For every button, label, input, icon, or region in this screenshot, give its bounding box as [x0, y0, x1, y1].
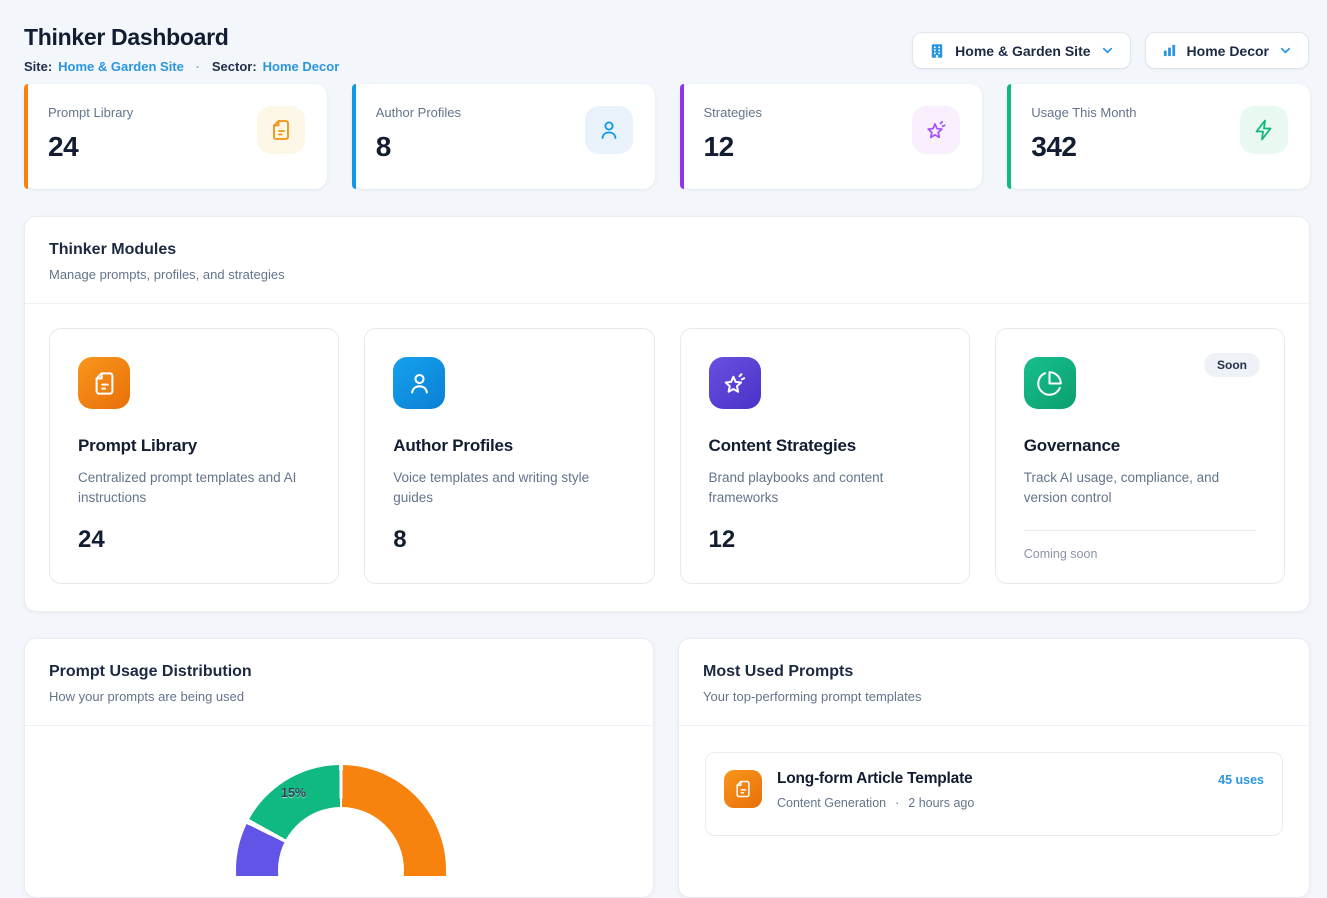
- prompt-item-category: Content Generation: [777, 796, 886, 810]
- stat-card-prompt-library: Prompt Library 24: [24, 84, 327, 189]
- module-card-content-strategies[interactable]: Content Strategies Brand playbooks and c…: [680, 328, 970, 584]
- prompts-panel-subtitle: Your top-performing prompt templates: [703, 689, 1285, 704]
- sector-selector-dropdown[interactable]: Home Decor: [1145, 32, 1309, 69]
- user-icon: [585, 106, 633, 154]
- module-description: Brand playbooks and content frameworks: [709, 468, 939, 509]
- usage-panel-subtitle: How your prompts are being used: [49, 689, 629, 704]
- prompt-list: Long-form Article Template Content Gener…: [679, 726, 1309, 862]
- site-label: Site:: [24, 59, 52, 74]
- sparkle-star-icon: [709, 357, 761, 409]
- prompt-item-uses-badge: 45 uses: [1218, 770, 1264, 787]
- chevron-down-icon: [1100, 43, 1115, 58]
- bolt-icon: [1240, 106, 1288, 154]
- module-card-author-profiles[interactable]: Author Profiles Voice templates and writ…: [364, 328, 654, 584]
- divider: [1024, 530, 1256, 531]
- prompts-panel-title: Most Used Prompts: [703, 663, 1285, 681]
- separator-dot: ·: [196, 60, 200, 74]
- modules-panel-subtitle: Manage prompts, profiles, and strategies: [49, 267, 1285, 282]
- separator-dot: ·: [895, 796, 899, 810]
- document-icon: [724, 770, 762, 808]
- page-title: Thinker Dashboard: [24, 24, 339, 51]
- donut-slice-label: 15%: [281, 786, 306, 800]
- module-title: Governance: [1024, 436, 1256, 456]
- prompt-item-meta: Content Generation · 2 hours ago: [777, 796, 974, 810]
- prompts-panel-header: Most Used Prompts Your top-performing pr…: [679, 639, 1309, 726]
- module-title: Author Profiles: [393, 436, 625, 456]
- sector-selector-label: Home Decor: [1187, 43, 1269, 59]
- stat-card-usage: Usage This Month 342: [1007, 84, 1310, 189]
- donut-chart[interactable]: [236, 765, 446, 876]
- module-title: Prompt Library: [78, 436, 310, 456]
- sparkle-star-icon: [912, 106, 960, 154]
- soon-badge: Soon: [1204, 353, 1260, 377]
- module-card-prompt-library[interactable]: Prompt Library Centralized prompt templa…: [49, 328, 339, 584]
- prompt-list-item[interactable]: Long-form Article Template Content Gener…: [705, 752, 1283, 836]
- chevron-down-icon: [1278, 43, 1293, 58]
- module-title: Content Strategies: [709, 436, 941, 456]
- module-count: 24: [78, 526, 310, 554]
- stat-card-strategies: Strategies 12: [680, 84, 983, 189]
- coming-soon-text: Coming soon: [1024, 547, 1256, 561]
- pie-chart-icon: [1024, 357, 1076, 409]
- stat-card-author-profiles: Author Profiles 8: [352, 84, 655, 189]
- site-link[interactable]: Home & Garden Site: [58, 59, 184, 74]
- usage-panel-header: Prompt Usage Distribution How your promp…: [25, 639, 653, 726]
- prompt-item-body: Long-form Article Template Content Gener…: [777, 770, 974, 810]
- module-description: Voice templates and writing style guides: [393, 468, 623, 509]
- module-description: Track AI usage, compliance, and version …: [1024, 468, 1254, 509]
- module-count: 8: [393, 526, 625, 554]
- modules-panel-title: Thinker Modules: [49, 241, 1285, 259]
- sector-link[interactable]: Home Decor: [263, 59, 340, 74]
- bar-chart-icon: [1161, 42, 1178, 59]
- modules-grid: Prompt Library Centralized prompt templa…: [25, 304, 1309, 608]
- user-icon: [393, 357, 445, 409]
- breadcrumb: Site: Home & Garden Site · Sector: Home …: [24, 59, 339, 74]
- header-controls: Home & Garden Site Home Decor: [912, 32, 1309, 69]
- usage-panel-title: Prompt Usage Distribution: [49, 663, 629, 681]
- sector-label: Sector:: [212, 59, 257, 74]
- page-header: Thinker Dashboard Site: Home & Garden Si…: [24, 24, 339, 74]
- stats-row: Prompt Library 24 Author Profiles 8 Stra…: [24, 84, 1310, 189]
- site-selector-dropdown[interactable]: Home & Garden Site: [912, 32, 1130, 69]
- module-count: 12: [709, 526, 941, 554]
- module-description: Centralized prompt templates and AI inst…: [78, 468, 308, 509]
- document-icon: [78, 357, 130, 409]
- usage-distribution-panel: Prompt Usage Distribution How your promp…: [24, 638, 654, 898]
- prompt-item-title: Long-form Article Template: [777, 770, 974, 788]
- module-card-governance[interactable]: Soon Governance Track AI usage, complian…: [995, 328, 1285, 584]
- modules-panel: Thinker Modules Manage prompts, profiles…: [24, 216, 1310, 612]
- document-icon: [257, 106, 305, 154]
- donut-chart-area: 15%: [25, 726, 653, 876]
- building-icon: [928, 42, 946, 60]
- site-selector-label: Home & Garden Site: [955, 43, 1090, 59]
- prompt-item-time: 2 hours ago: [908, 796, 974, 810]
- most-used-prompts-panel: Most Used Prompts Your top-performing pr…: [678, 638, 1310, 898]
- modules-panel-header: Thinker Modules Manage prompts, profiles…: [25, 217, 1309, 304]
